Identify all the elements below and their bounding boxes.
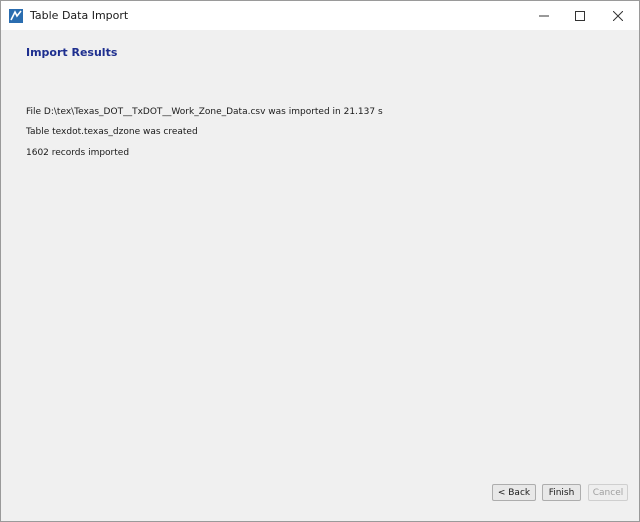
window-title: Table Data Import [30,9,129,22]
close-icon [613,10,623,21]
records-imported-message: 1602 records imported [26,148,130,158]
minimize-button[interactable] [526,1,562,30]
close-button[interactable] [600,1,636,30]
table-data-import-window: Table Data Import Import Results File D:… [0,0,640,522]
section-heading: Import Results [26,46,118,59]
title-bar[interactable]: Table Data Import [1,1,639,30]
minimize-icon [539,11,549,21]
maximize-icon [575,10,585,21]
back-button[interactable]: < Back [492,484,536,501]
app-logo-icon [9,8,23,23]
cancel-button[interactable]: Cancel [588,484,628,501]
finish-button[interactable]: Finish [542,484,581,501]
import-file-message: File D:\tex\Texas_DOT__TxDOT__Work_Zone_… [26,107,383,117]
import-results-panel: Import Results File D:\tex\Texas_DOT__Tx… [1,30,639,521]
maximize-button[interactable] [562,1,598,30]
table-created-message: Table texdot.texas_dzone was created [26,127,198,137]
